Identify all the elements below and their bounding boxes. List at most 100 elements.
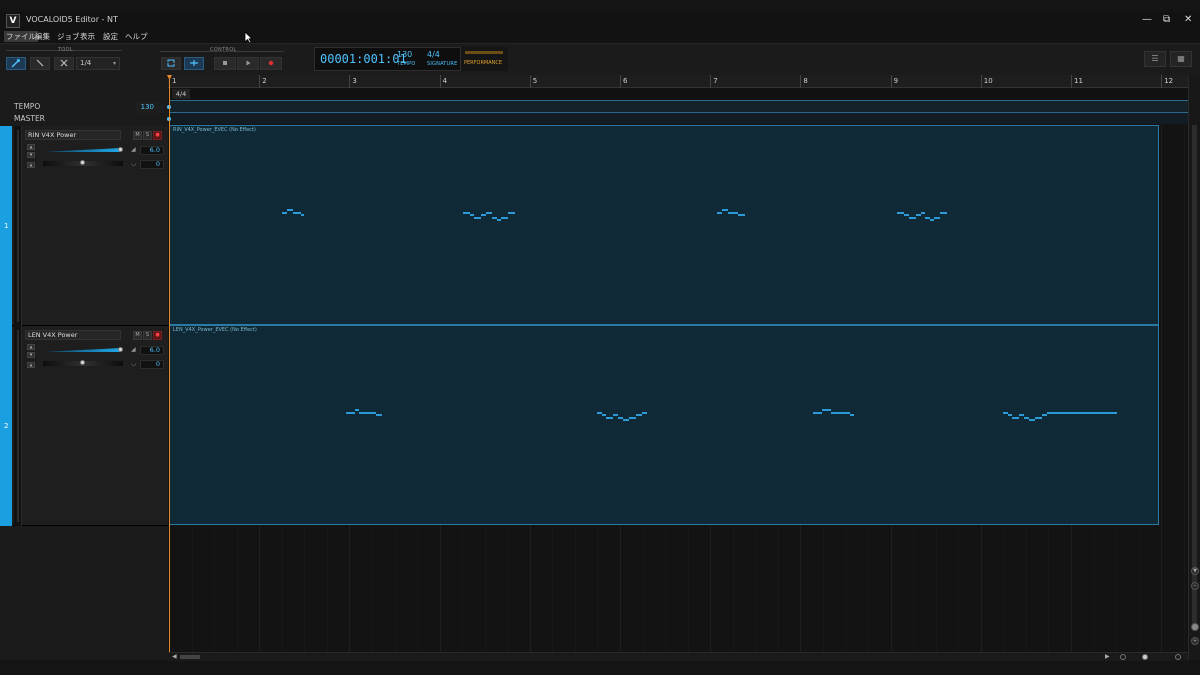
solo-button[interactable]: S [143,331,152,340]
note-block[interactable] [642,411,647,414]
volume-fader[interactable] [43,346,123,354]
tempo-value[interactable]: 130 [397,50,412,59]
lane-toggle-icon[interactable]: ▲ [27,162,35,168]
timeline-ruler[interactable]: 1 2 3 4 5 6 7 8 9 10 11 12 [168,75,1190,88]
track-header-2[interactable]: 2 LEN V4X Power M S ● ▲ ▼ ▲ ◢ 6.0 ◡ 0 [0,326,168,526]
note-block[interactable] [940,211,947,214]
note-block[interactable] [359,411,377,414]
signature-marker[interactable]: 4/4 [172,89,190,99]
note-block[interactable] [1034,416,1042,419]
note-block[interactable] [1041,414,1048,417]
eraser-tool-button[interactable] [54,57,74,70]
lane-toggle-icon[interactable]: ▲ [27,362,35,368]
volume-value[interactable]: 6.0 [140,346,164,355]
note-block[interactable] [496,219,502,222]
stop-button[interactable] [214,57,236,70]
note-block[interactable] [929,219,935,222]
record-arm-button[interactable]: ● [153,331,162,340]
note-block[interactable] [481,214,486,217]
voice-part-rin[interactable]: RIN_V4X_Power_EVEC (No Effect) [169,125,1159,325]
note-block[interactable] [606,416,614,419]
horizontal-zoom-slider[interactable] [1142,654,1148,660]
note-block[interactable] [463,211,470,214]
master-track-header[interactable]: MASTER [0,114,168,125]
note-block[interactable] [501,216,509,219]
note-block[interactable] [830,411,850,414]
note-block[interactable] [728,211,739,214]
menu-edit[interactable]: 編集 [33,31,52,42]
note-block[interactable] [1047,411,1056,414]
note-block[interactable] [300,214,305,217]
horizontal-scrollbar[interactable]: ◀ ▶ [168,652,1188,661]
play-button[interactable] [237,57,259,70]
master-lane[interactable] [167,112,1188,124]
vertical-scrollbar[interactable]: ▼ − + [1188,75,1200,660]
note-block[interactable] [485,211,493,214]
note-block[interactable] [897,211,904,214]
expand-icon[interactable]: ▲ [27,144,35,150]
grid-view-button[interactable]: ▦ [1170,51,1192,67]
note-block[interactable] [716,211,723,214]
note-block[interactable] [508,211,515,214]
note-block[interactable] [821,409,831,411]
zoom-in-vertical-icon[interactable]: + [1191,637,1199,645]
zoom-out-vertical-icon[interactable]: − [1191,582,1199,590]
mute-button[interactable]: M [133,131,142,140]
scroll-down-icon[interactable]: ▼ [1191,567,1199,575]
volume-fader[interactable] [43,146,123,154]
note-block[interactable] [623,419,629,422]
singer-select[interactable]: LEN V4X Power [25,330,121,340]
note-block[interactable] [1055,411,1118,414]
record-arm-button[interactable]: ● [153,131,162,140]
note-block[interactable] [1012,416,1019,419]
note-block[interactable] [474,216,482,219]
pan-slider[interactable] [43,360,123,366]
song-position[interactable]: 00001:001:01 [320,52,407,66]
expand-icon[interactable]: ▲ [27,344,35,350]
tempo-track-header[interactable]: TEMPO 130 [0,102,168,113]
note-block[interactable] [849,414,855,417]
note-block[interactable] [376,414,382,417]
solo-button[interactable]: S [143,131,152,140]
note-block[interactable] [934,216,941,219]
track-header-1[interactable]: 1 RIN V4X Power M S ● ▲ ▼ ▲ ◢ 6.0 ◡ 0 [0,126,168,326]
close-button[interactable]: ✕ [1184,14,1192,25]
note-block[interactable] [812,411,822,414]
playhead[interactable] [169,77,170,652]
vertical-scroll-thumb[interactable] [1192,125,1197,625]
mute-button[interactable]: M [133,331,142,340]
collapse-icon[interactable]: ▼ [27,152,35,158]
note-block[interactable] [1029,419,1035,422]
volume-value[interactable]: 6.0 [140,146,164,155]
note-block[interactable] [916,214,921,217]
note-block[interactable] [345,411,355,414]
arrangement-area[interactable]: RIN_V4X_Power_EVEC (No Effect) LEN_V4X_P… [169,125,1188,652]
horizontal-scroll-thumb[interactable] [180,655,200,659]
pan-knob[interactable] [80,360,85,365]
note-block[interactable] [281,211,288,214]
tempo-lane[interactable] [167,100,1188,112]
menu-help[interactable]: ヘルプ [123,31,150,42]
note-block[interactable] [908,216,917,219]
record-button[interactable] [260,57,282,70]
volume-knob[interactable] [118,147,123,152]
pan-slider[interactable] [43,160,123,166]
zoom-in-horizontal-icon[interactable] [1175,654,1181,660]
signature-lane[interactable]: 4/4 [169,88,1188,100]
quantize-select[interactable]: 1/4 ▾ [76,57,120,70]
menu-view[interactable]: 表示 [78,31,97,42]
scroll-left-icon[interactable]: ◀ [172,653,177,660]
list-view-button[interactable]: ☰ [1144,51,1166,67]
minimize-button[interactable]: — [1142,14,1152,25]
volume-knob[interactable] [118,347,123,352]
auto-scroll-button[interactable] [184,57,204,70]
note-block[interactable] [292,211,301,214]
restore-button[interactable]: ⧉ [1163,14,1170,25]
note-block[interactable] [628,416,636,419]
loop-button[interactable] [161,57,181,70]
pencil-tool-button[interactable] [30,57,50,70]
menu-settings[interactable]: 設定 [101,31,120,42]
pan-value[interactable]: 0 [140,360,164,369]
note-block[interactable] [920,211,926,214]
pan-value[interactable]: 0 [140,160,164,169]
